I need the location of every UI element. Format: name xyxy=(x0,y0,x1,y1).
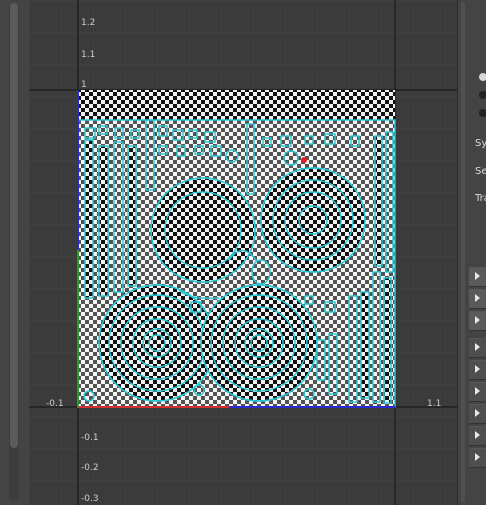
collapsed-section-4[interactable] xyxy=(469,338,486,358)
chevron-right-icon xyxy=(475,453,480,461)
left-scrollbar[interactable] xyxy=(9,3,19,501)
chevron-right-icon xyxy=(475,294,480,302)
left-scrollbar-thumb[interactable] xyxy=(10,3,18,448)
tick-v-1: 1 xyxy=(81,80,87,90)
uv-shells[interactable] xyxy=(77,119,396,408)
collapsed-section-9[interactable] xyxy=(469,448,486,468)
chevron-right-icon xyxy=(475,272,480,280)
collapsed-section-3[interactable] xyxy=(469,311,486,331)
chevron-right-icon xyxy=(475,365,480,373)
right-scrollbar[interactable] xyxy=(461,2,465,503)
radio-option-3[interactable] xyxy=(479,109,486,117)
uv-editor-viewport[interactable]: 1.2 1.1 1 -0.1 -0.2 -0.3 -0.1 1.1 xyxy=(29,0,457,505)
collapsed-section-7[interactable] xyxy=(469,404,486,424)
collapsed-section-1[interactable] xyxy=(469,267,486,287)
collapsed-section-6[interactable] xyxy=(469,382,486,402)
tick-v-neg-0-3: -0.3 xyxy=(81,494,99,504)
collapsed-section-2[interactable] xyxy=(469,289,486,309)
tick-v-neg-0-1: -0.1 xyxy=(81,433,99,443)
selected-vertex[interactable] xyxy=(301,157,307,163)
chevron-right-icon xyxy=(475,316,480,324)
radio-option-1[interactable] xyxy=(479,73,486,81)
tick-u-neg-0-1: -0.1 xyxy=(46,399,64,409)
right-attribute-panel: Sy Se Tra xyxy=(457,0,486,505)
collapsed-section-8[interactable] xyxy=(469,426,486,446)
tick-v-neg-0-2: -0.2 xyxy=(81,463,99,473)
left-side-panel xyxy=(0,0,29,505)
chevron-right-icon xyxy=(475,343,480,351)
label-sy: Sy xyxy=(475,138,486,149)
label-se: Se xyxy=(475,166,486,177)
label-tra: Tra xyxy=(475,193,486,204)
collapsed-section-5[interactable] xyxy=(469,360,486,380)
tick-u-1-1: 1.1 xyxy=(427,399,441,409)
chevron-right-icon xyxy=(475,409,480,417)
tick-v-1-1: 1.1 xyxy=(81,50,95,60)
radio-option-2[interactable] xyxy=(479,91,486,99)
chevron-right-icon xyxy=(475,387,480,395)
tick-v-1-2: 1.2 xyxy=(81,18,95,28)
chevron-right-icon xyxy=(475,431,480,439)
